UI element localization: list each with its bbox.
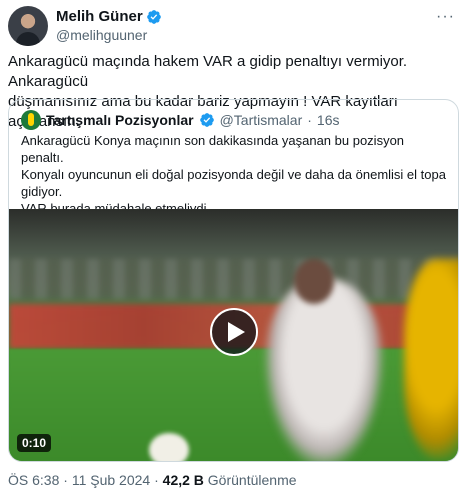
quoted-author-handle: @Tartismalar xyxy=(219,112,303,128)
tweet-time[interactable]: ÖS 6:38 xyxy=(8,472,59,488)
separator-dot: · xyxy=(307,112,312,128)
tweet-text-line: Ankaragücü maçında hakem VAR a gidip pen… xyxy=(8,53,408,90)
verified-badge-icon xyxy=(146,9,161,24)
video-frame-pitch xyxy=(9,349,458,461)
view-count: 42,2 B xyxy=(162,472,204,488)
author-avatar[interactable] xyxy=(8,6,48,46)
view-count-label: Görüntülenme xyxy=(203,472,297,488)
tweet-date[interactable]: 11 Şub 2024 xyxy=(72,472,150,488)
verified-badge-icon xyxy=(199,113,214,127)
tweet-header: Melih Güner @melihguuner ··· xyxy=(8,6,459,50)
video-player[interactable]: 0:10 xyxy=(9,209,458,461)
quoted-tweet-header: Tartışmalı Pozisyonlar @Tartismalar · 16… xyxy=(21,110,340,130)
video-frame-player-head xyxy=(294,259,334,304)
play-icon xyxy=(228,322,245,342)
author-name[interactable]: Melih Güner xyxy=(56,8,143,25)
tweet-meta: ÖS 6:38 · 11 Şub 2024 · 42,2 B Görüntüle… xyxy=(8,472,297,488)
video-duration-badge: 0:10 xyxy=(17,434,52,452)
quoted-text-line: Ankaragücü Konya maçının son dakikasında… xyxy=(21,133,405,165)
quoted-text-line: gidiyor. xyxy=(21,184,63,199)
video-frame-ball xyxy=(149,433,189,461)
quoted-tweet-text: Ankaragücü Konya maçının son dakikasında… xyxy=(21,132,446,217)
quoted-tweet[interactable]: Tartışmalı Pozisyonlar @Tartismalar · 16… xyxy=(8,99,459,462)
separator-dot: · xyxy=(59,472,72,488)
quoted-text-line: Konyalı oyuncunun eli doğal pozisyonda d… xyxy=(21,167,446,182)
quoted-timestamp: 16s xyxy=(316,112,340,128)
author-handle[interactable]: @melihguuner xyxy=(56,27,147,43)
more-icon[interactable]: ··· xyxy=(436,8,455,26)
quoted-author-name: Tartışmalı Pozisyonlar xyxy=(46,112,194,128)
video-frame-player-yellow xyxy=(404,259,458,459)
play-button[interactable] xyxy=(210,308,258,356)
author-name-row: Melih Güner xyxy=(56,8,162,25)
separator-dot: · xyxy=(150,472,163,488)
video-frame-player-white xyxy=(264,279,384,461)
quoted-author-avatar xyxy=(21,110,41,130)
video-frame-stands xyxy=(9,259,458,299)
